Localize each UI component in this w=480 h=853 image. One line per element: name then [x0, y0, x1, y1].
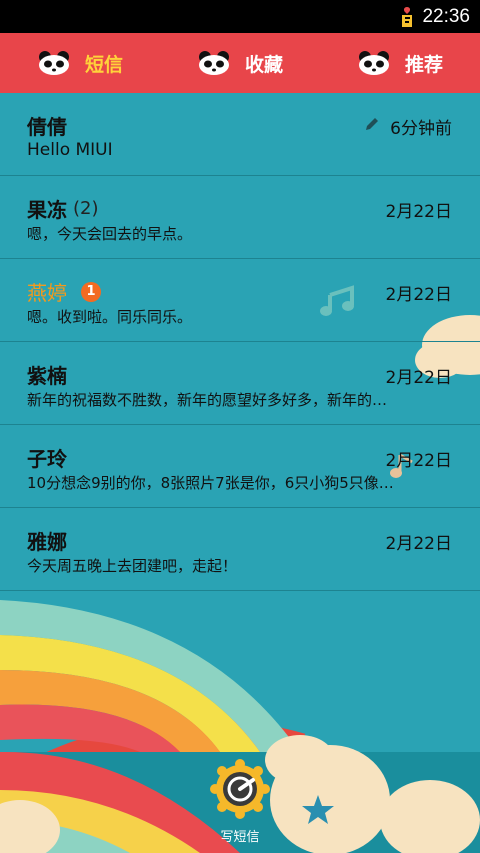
thread-date: 2月22日 — [385, 285, 452, 305]
tab-label: 推荐 — [404, 53, 443, 76]
bottom-bar: 写短信 — [0, 752, 480, 853]
thread-item[interactable]: 雅娜 2月22日 今天周五晚上去团建吧，走起！ — [0, 508, 480, 591]
tab-favorites[interactable]: 收藏 — [160, 33, 320, 93]
draft-pencil-icon — [364, 116, 380, 137]
thread-date: 2月22日 — [385, 368, 452, 388]
contact-name: 雅娜 — [27, 530, 67, 554]
status-bar: 22:36 — [0, 0, 480, 33]
panda-icon — [197, 50, 231, 76]
message-snippet: 嗯，今天会回去的早点。 — [27, 225, 193, 243]
tab-label: 短信 — [84, 53, 123, 76]
status-time: 22:36 — [422, 5, 470, 27]
compose-label: 写短信 — [220, 830, 260, 845]
contact-name: 燕婷 1 — [27, 277, 101, 306]
thread-date: 6分钟前 — [364, 114, 452, 139]
message-snippet: 今天周五晚上去团建吧，走起！ — [27, 557, 238, 575]
tab-label: 收藏 — [244, 53, 283, 76]
compose-button[interactable]: 写短信 — [206, 758, 274, 853]
contact-name: 紫楠 — [27, 364, 67, 388]
contact-name: 果冻 (2) — [27, 198, 99, 222]
message-snippet: Hello MIUI — [27, 140, 113, 160]
thread-date: 2月22日 — [385, 202, 452, 222]
message-snippet: 10分想念9别的你，8张照片7张是你，6只小狗5只像… — [27, 474, 394, 492]
tab-bar: 短信 收藏 推荐 — [0, 33, 480, 93]
notification-icon — [400, 6, 414, 28]
thread-item[interactable]: 果冻 (2) 2月22日 嗯，今天会回去的早点。 — [0, 176, 480, 259]
panda-icon — [37, 50, 71, 76]
compose-sun-icon — [209, 758, 271, 824]
thread-date: 2月22日 — [385, 534, 452, 554]
panda-icon — [357, 50, 391, 76]
thread-item[interactable]: 子玲 2月22日 10分想念9别的你，8张照片7张是你，6只小狗5只像… — [0, 425, 480, 508]
tab-recommend[interactable]: 推荐 — [320, 33, 480, 93]
thread-item[interactable]: 倩倩 6分钟前 Hello MIUI — [0, 93, 480, 176]
thread-item[interactable]: 燕婷 1 2月22日 嗯。收到啦。同乐同乐。 — [0, 259, 480, 342]
thread-date: 2月22日 — [385, 451, 452, 471]
thread-list: 倩倩 6分钟前 Hello MIUI 果冻 (2) 2月22日 嗯，今天会回去的… — [0, 93, 480, 591]
message-snippet: 嗯。收到啦。同乐同乐。 — [27, 308, 193, 326]
contact-name: 子玲 — [27, 447, 67, 471]
message-count: (2) — [73, 198, 99, 219]
unread-badge: 1 — [81, 281, 101, 302]
contact-name: 倩倩 — [27, 115, 67, 139]
thread-item[interactable]: 紫楠 2月22日 新年的祝福数不胜数，新年的愿望好多好多，新年的… — [0, 342, 480, 425]
message-snippet: 新年的祝福数不胜数，新年的愿望好多好多，新年的… — [27, 391, 388, 409]
tab-messages[interactable]: 短信 — [0, 33, 160, 93]
